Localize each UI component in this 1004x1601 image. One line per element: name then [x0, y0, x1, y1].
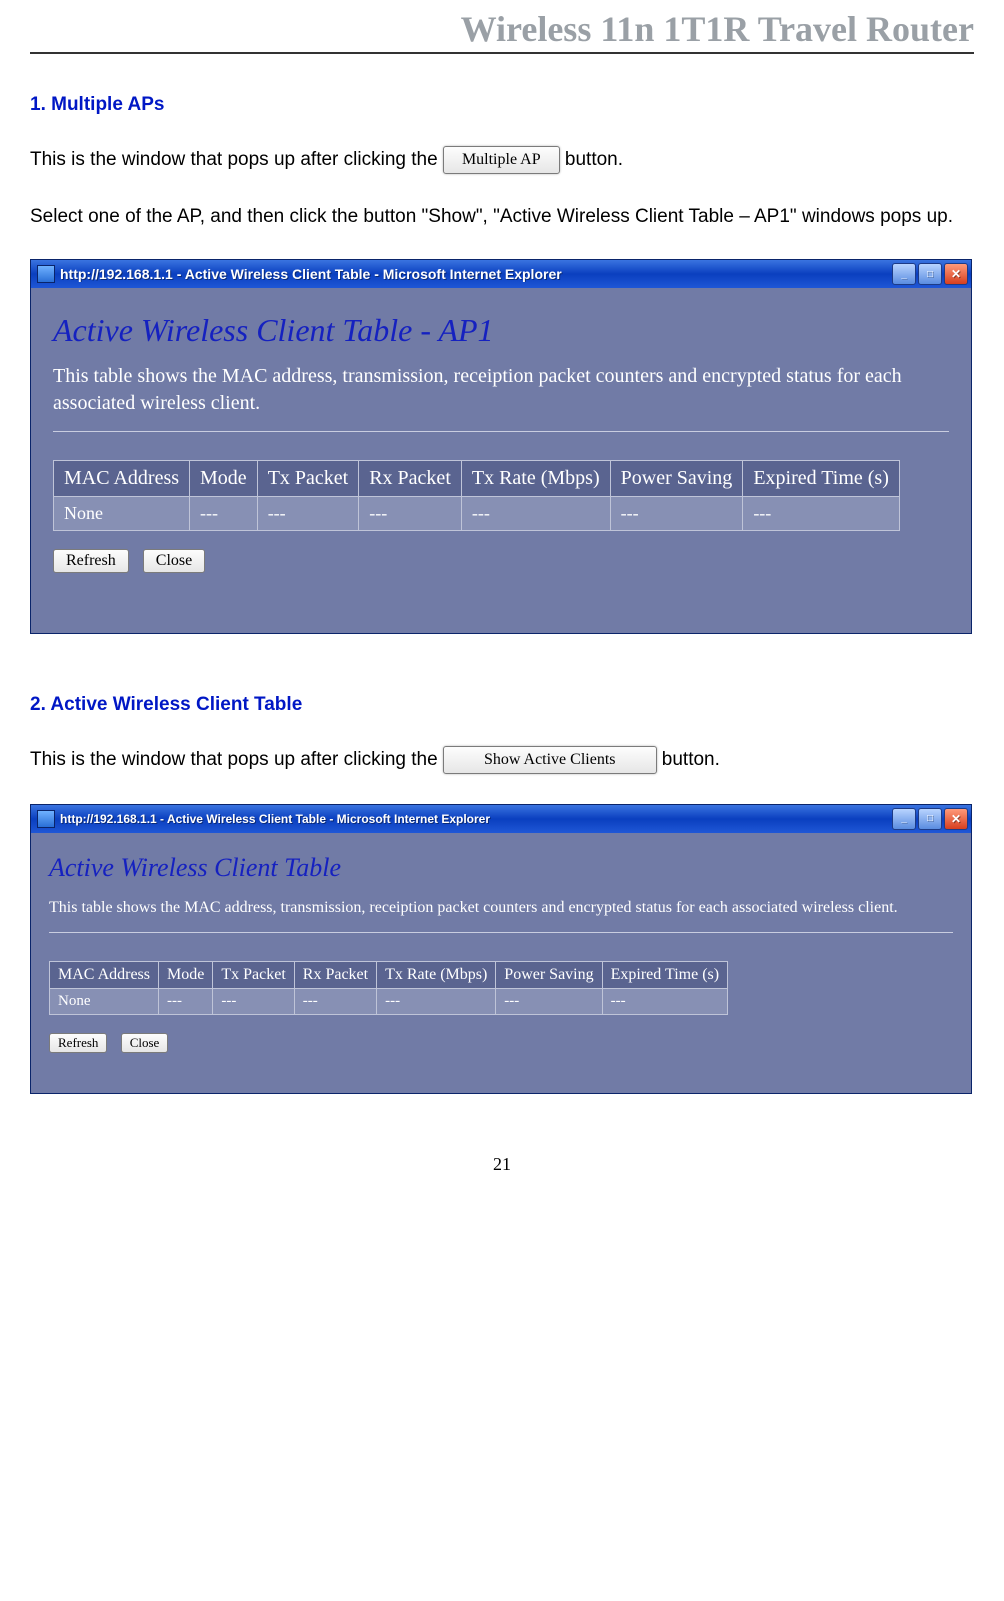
col-mode: Mode [190, 461, 258, 497]
table-header-row: MAC Address Mode Tx Packet Rx Packet Tx … [54, 461, 900, 497]
maximize-button[interactable]: □ [918, 263, 942, 285]
panel-desc-2: This table shows the MAC address, transm… [49, 897, 953, 919]
ie-window-1: http://192.168.1.1 - Active Wireless Cli… [30, 259, 972, 634]
col-expired: Expired Time (s) [602, 962, 727, 989]
ie-icon [37, 810, 55, 828]
ie-window-2: http://192.168.1.1 - Active Wireless Cli… [30, 804, 972, 1095]
cell-power: --- [610, 497, 743, 531]
divider [49, 932, 953, 933]
cell-mode: --- [190, 497, 258, 531]
panel-buttons-2: Refresh Close [49, 1033, 953, 1053]
section-1-intro: This is the window that pops up after cl… [30, 146, 974, 174]
col-mac: MAC Address [54, 461, 190, 497]
document-header: Wireless 11n 1T1R Travel Router [30, 0, 974, 54]
ie-icon [37, 265, 55, 283]
cell-power: --- [496, 989, 602, 1015]
cell-tx: --- [257, 497, 359, 531]
panel-desc-1: This table shows the MAC address, transm… [53, 363, 949, 417]
minimize-button[interactable]: _ [892, 808, 916, 830]
col-expired: Expired Time (s) [743, 461, 900, 497]
section-2-intro-post: button. [662, 749, 720, 770]
cell-mac: None [54, 497, 190, 531]
refresh-button[interactable]: Refresh [49, 1033, 107, 1053]
ie-title-text-1: http://192.168.1.1 - Active Wireless Cli… [60, 266, 890, 282]
col-mode: Mode [159, 962, 213, 989]
cell-txrate: --- [377, 989, 496, 1015]
table-row: None --- --- --- --- --- --- [54, 497, 900, 531]
close-button[interactable]: Close [121, 1033, 169, 1053]
close-button[interactable]: Close [143, 549, 205, 573]
cell-mac: None [50, 989, 159, 1015]
section-1-heading: 1. Multiple APs [30, 94, 974, 116]
close-window-button[interactable]: ✕ [944, 263, 968, 285]
ie-content-2: Active Wireless Client Table This table … [31, 833, 971, 1094]
client-table-2: MAC Address Mode Tx Packet Rx Packet Tx … [49, 961, 728, 1015]
table-header-row: MAC Address Mode Tx Packet Rx Packet Tx … [50, 962, 728, 989]
col-power: Power Saving [496, 962, 602, 989]
ie-content-1: Active Wireless Client Table - AP1 This … [31, 288, 971, 633]
cell-rx: --- [359, 497, 462, 531]
cell-tx: --- [213, 989, 294, 1015]
ie-titlebar-2: http://192.168.1.1 - Active Wireless Cli… [31, 805, 971, 833]
section-1-intro-pre: This is the window that pops up after cl… [30, 149, 443, 170]
section-2-intro-pre: This is the window that pops up after cl… [30, 749, 443, 770]
col-rx: Rx Packet [359, 461, 462, 497]
cell-expired: --- [743, 497, 900, 531]
client-table-1: MAC Address Mode Tx Packet Rx Packet Tx … [53, 460, 900, 531]
cell-expired: --- [602, 989, 727, 1015]
multiple-ap-button[interactable]: Multiple AP [443, 146, 560, 174]
col-txrate: Tx Rate (Mbps) [377, 962, 496, 989]
col-rx: Rx Packet [294, 962, 376, 989]
section-1-intro-post: button. [565, 149, 623, 170]
cell-mode: --- [159, 989, 213, 1015]
col-mac: MAC Address [50, 962, 159, 989]
close-window-button[interactable]: ✕ [944, 808, 968, 830]
page-number: 21 [30, 1154, 974, 1175]
cell-rx: --- [294, 989, 376, 1015]
col-tx: Tx Packet [257, 461, 359, 497]
col-tx: Tx Packet [213, 962, 294, 989]
divider [53, 431, 949, 432]
panel-title-2: Active Wireless Client Table [49, 853, 953, 883]
panel-buttons-1: Refresh Close [53, 549, 949, 573]
cell-txrate: --- [461, 497, 610, 531]
refresh-button[interactable]: Refresh [53, 549, 129, 573]
col-txrate: Tx Rate (Mbps) [461, 461, 610, 497]
section-2-intro: This is the window that pops up after cl… [30, 746, 974, 774]
section-2-heading: 2. Active Wireless Client Table [30, 694, 974, 716]
ie-titlebar-1: http://192.168.1.1 - Active Wireless Cli… [31, 260, 971, 288]
col-power: Power Saving [610, 461, 743, 497]
minimize-button[interactable]: _ [892, 263, 916, 285]
show-active-clients-button[interactable]: Show Active Clients [443, 746, 657, 774]
section-1-below: Select one of the AP, and then click the… [30, 204, 974, 230]
panel-title-1: Active Wireless Client Table - AP1 [53, 312, 949, 349]
document-title: Wireless 11n 1T1R Travel Router [461, 9, 974, 49]
ie-title-text-2: http://192.168.1.1 - Active Wireless Cli… [60, 812, 890, 826]
table-row: None --- --- --- --- --- --- [50, 989, 728, 1015]
maximize-button[interactable]: □ [918, 808, 942, 830]
